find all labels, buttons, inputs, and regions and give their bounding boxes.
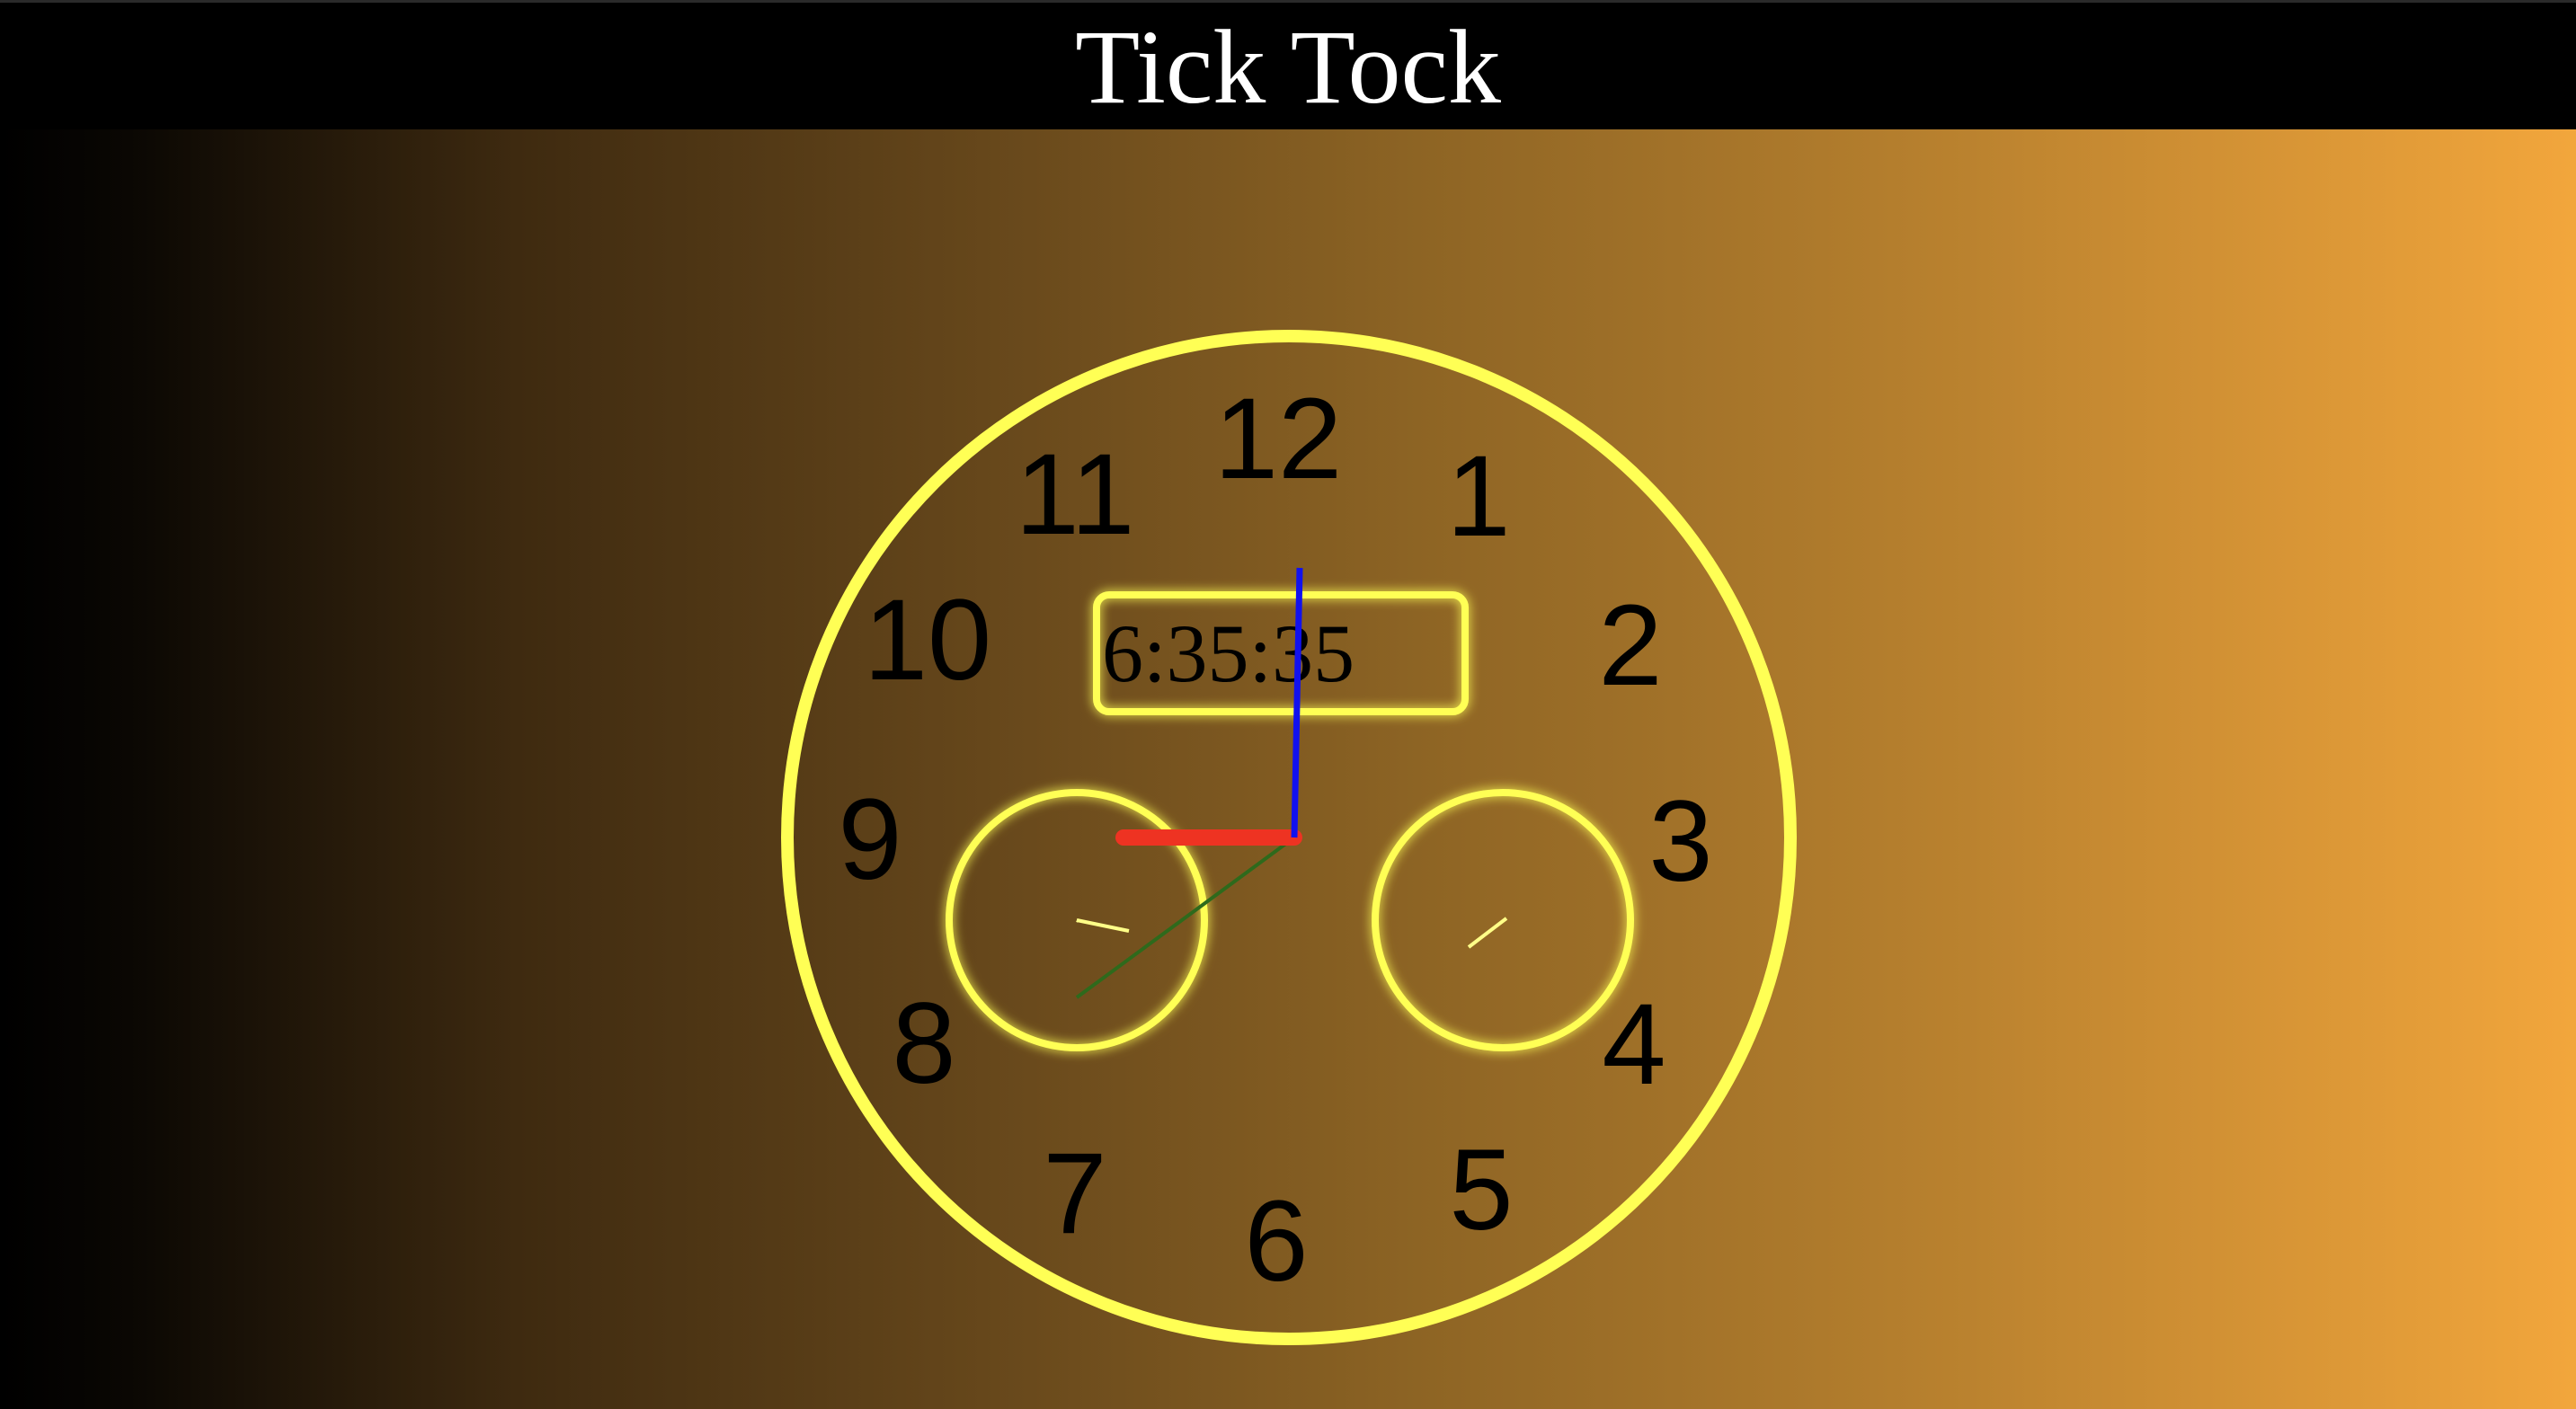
numeral-9: 9	[838, 775, 902, 904]
digital-time: 6:35:35	[1102, 607, 1355, 699]
analog-clock: 12 1 2 3 4 5 6 7 8 9 10 11 6:35:35	[781, 330, 1797, 1345]
numeral-2: 2	[1598, 581, 1662, 710]
numeral-7: 7	[1043, 1130, 1106, 1258]
numeral-3: 3	[1648, 777, 1712, 906]
numeral-5: 5	[1449, 1126, 1513, 1254]
left-subdial-hand-tail	[1076, 918, 1079, 923]
numeral-4: 4	[1602, 980, 1666, 1109]
second-hand	[1075, 836, 1296, 999]
numeral-11: 11	[1016, 430, 1135, 559]
numeral-10: 10	[864, 576, 991, 704]
numeral-6: 6	[1244, 1177, 1308, 1306]
left-subdial-hand	[1076, 918, 1130, 933]
numeral-1: 1	[1446, 432, 1510, 561]
right-subdial-hand	[1467, 917, 1508, 949]
numeral-8: 8	[892, 979, 955, 1108]
numeral-12: 12	[1214, 375, 1342, 503]
